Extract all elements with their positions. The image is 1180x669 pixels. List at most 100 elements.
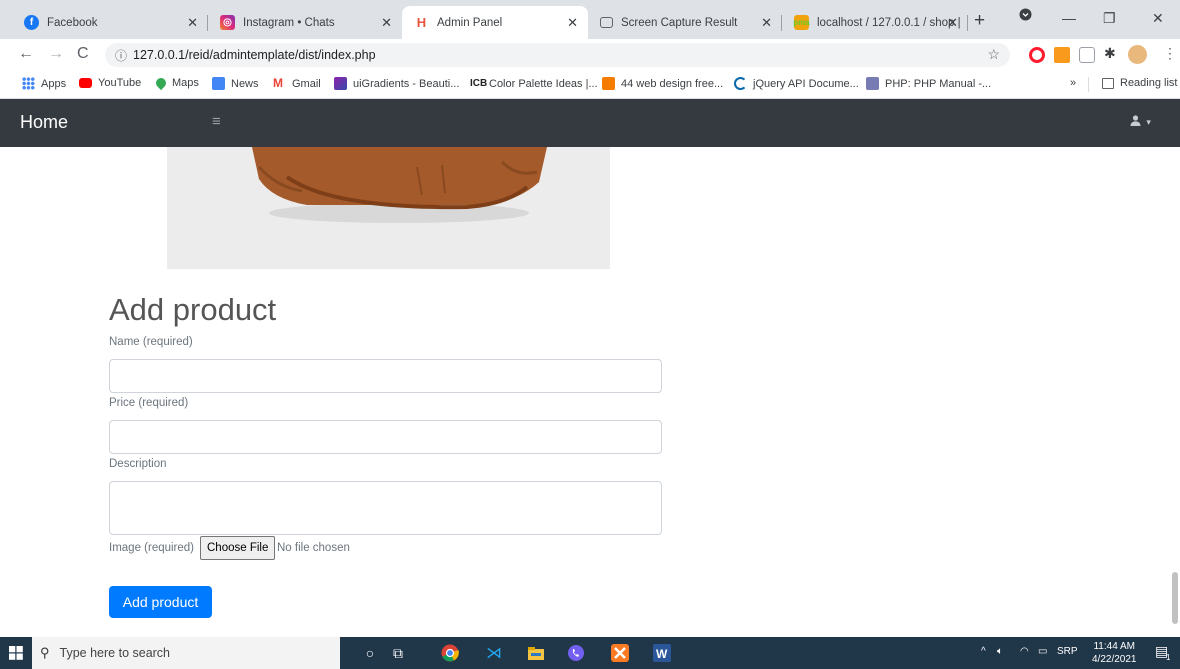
- price-input[interactable]: [109, 420, 662, 454]
- apps-grid-icon: [22, 77, 35, 90]
- clock-time: 11:44 AM: [1093, 641, 1135, 652]
- maps-icon: [153, 75, 169, 91]
- bookmark-maps[interactable]: Maps: [153, 75, 199, 91]
- reading-list-icon: [1102, 77, 1114, 89]
- add-product-button[interactable]: Add product: [109, 586, 212, 618]
- navbar-brand[interactable]: Home: [20, 112, 68, 133]
- bookmark-jquery[interactable]: jQuery API Docume...: [734, 77, 859, 90]
- camera-icon: [600, 17, 613, 28]
- close-window-icon[interactable]: ✕: [1152, 10, 1164, 27]
- reading-list-button[interactable]: Reading list: [1102, 77, 1177, 89]
- clock-date: 4/22/2021: [1092, 654, 1137, 665]
- product-image: [167, 147, 610, 269]
- show-hidden-icons-icon[interactable]: ^: [981, 646, 986, 657]
- php-icon: [866, 77, 879, 90]
- windows-logo-icon: [9, 646, 23, 660]
- tab-admin-panel[interactable]: H Admin Panel ✕: [402, 6, 588, 39]
- bookmark-divider: [1088, 77, 1089, 92]
- new-tab-button[interactable]: +: [974, 10, 985, 32]
- start-button[interactable]: [0, 637, 32, 669]
- close-tab-icon[interactable]: ✕: [187, 15, 198, 31]
- bookmark-gmail[interactable]: M Gmail: [273, 77, 321, 90]
- close-tab-icon[interactable]: ✕: [761, 15, 772, 31]
- forward-icon[interactable]: →: [48, 45, 64, 63]
- tab-title: Admin Panel: [437, 16, 503, 29]
- gmail-icon: M: [273, 76, 283, 90]
- image-label: Image (required): [109, 542, 195, 554]
- bookmark-star-icon[interactable]: ☆: [987, 46, 1000, 63]
- language-indicator[interactable]: SRP: [1057, 646, 1078, 657]
- tab-instagram[interactable]: ◎ Instagram • Chats ✕: [208, 6, 402, 39]
- rss-icon[interactable]: [1054, 47, 1070, 63]
- user-icon: [1130, 114, 1144, 128]
- name-input[interactable]: [109, 359, 662, 393]
- scrollbar-thumb[interactable]: [1172, 572, 1178, 624]
- page-content: Add product Name (required) Price (requi…: [0, 147, 1180, 637]
- opera-icon[interactable]: [1029, 47, 1045, 63]
- webdesign-icon: [602, 77, 615, 90]
- restore-icon[interactable]: ❐: [1103, 10, 1116, 27]
- address-bar[interactable]: ⓘ 127.0.0.1/reid/admintemplate/dist/inde…: [105, 43, 1010, 67]
- vscode-icon[interactable]: ⋊: [484, 643, 504, 663]
- sidebar-toggle-icon[interactable]: ≡: [212, 113, 221, 130]
- cortana-icon[interactable]: ○: [360, 643, 380, 663]
- chrome-icon[interactable]: [440, 643, 460, 663]
- bookmark-label: Maps: [172, 77, 199, 89]
- xampp-icon[interactable]: [610, 643, 630, 663]
- bookmark-news[interactable]: News: [212, 77, 259, 90]
- tab-facebook[interactable]: f Facebook ✕: [12, 6, 208, 39]
- instagram-icon: ◎: [220, 15, 235, 30]
- bookmarks-bar: Apps YouTube Maps News M Gmail uiGradien…: [0, 71, 1180, 99]
- tab-phpmyadmin[interactable]: pma localhost / 127.0.0.1 / shop | ✕: [782, 6, 968, 39]
- choose-file-button[interactable]: Choose File: [200, 536, 276, 560]
- tab-title: Facebook: [47, 16, 98, 29]
- phpmyadmin-icon: pma: [793, 15, 810, 30]
- user-menu-button[interactable]: ▾: [1130, 114, 1151, 128]
- minimize-icon[interactable]: —: [1062, 10, 1076, 26]
- screenshot-extension-icon[interactable]: [1079, 47, 1095, 63]
- viber-icon[interactable]: [566, 643, 586, 663]
- bookmark-label: News: [231, 77, 259, 90]
- more-bookmarks-icon[interactable]: »: [1070, 77, 1076, 89]
- taskbar-search[interactable]: ⚲ Type here to search: [32, 637, 340, 669]
- url-text[interactable]: 127.0.0.1/reid/admintemplate/dist/index.…: [133, 48, 376, 62]
- search-icon: ⚲: [40, 645, 50, 660]
- back-icon[interactable]: ←: [18, 45, 34, 63]
- volume-icon[interactable]: 🔈︎: [997, 646, 1003, 657]
- tab-screen-capture[interactable]: Screen Capture Result ✕: [588, 6, 782, 39]
- close-tab-icon[interactable]: ✕: [381, 15, 392, 31]
- bookmark-label: Color Palette Ideas |...: [489, 77, 598, 90]
- search-placeholder: Type here to search: [59, 646, 171, 660]
- file-explorer-icon[interactable]: [526, 643, 546, 663]
- close-tab-icon[interactable]: ✕: [947, 15, 958, 31]
- bookmark-youtube[interactable]: YouTube: [79, 77, 141, 89]
- clock[interactable]: 11:44 AM 4/22/2021: [1092, 640, 1137, 666]
- close-tab-icon[interactable]: ✕: [567, 15, 578, 31]
- wifi-icon[interactable]: ◠: [1020, 646, 1029, 657]
- bookmark-label: jQuery API Docume...: [753, 77, 859, 90]
- notification-badge: 1: [1166, 653, 1171, 662]
- profile-avatar-icon[interactable]: [1128, 45, 1147, 64]
- browser-menu-icon[interactable]: ⋮: [1163, 45, 1177, 62]
- bookmark-webdesign[interactable]: 44 web design free...: [602, 77, 723, 90]
- file-status: No file chosen: [277, 542, 350, 554]
- task-view-icon[interactable]: ⧉: [388, 643, 408, 663]
- info-icon[interactable]: ⓘ: [115, 47, 127, 64]
- reload-icon[interactable]: C: [77, 45, 89, 63]
- description-label: Description: [109, 458, 167, 470]
- tab-title: Screen Capture Result: [621, 16, 738, 29]
- reading-list-label: Reading list: [1120, 77, 1178, 89]
- battery-icon[interactable]: ▭: [1038, 646, 1047, 657]
- extensions-puzzle-icon[interactable]: ✱: [1104, 45, 1116, 62]
- svg-text:W: W: [656, 647, 668, 661]
- bookmark-label: YouTube: [98, 77, 142, 89]
- bookmark-label: uiGradients - Beauti...: [353, 77, 460, 90]
- facebook-icon: f: [24, 15, 39, 30]
- bookmark-colorpalette[interactable]: ICB Color Palette Ideas |...: [470, 77, 598, 90]
- bookmark-php[interactable]: PHP: PHP Manual -...: [866, 77, 991, 90]
- description-textarea[interactable]: [109, 481, 662, 535]
- bookmark-apps[interactable]: Apps: [22, 77, 66, 90]
- word-icon[interactable]: W: [652, 643, 672, 663]
- tab-search-icon[interactable]: [1019, 8, 1032, 24]
- bookmark-uigradients[interactable]: uiGradients - Beauti...: [334, 77, 459, 90]
